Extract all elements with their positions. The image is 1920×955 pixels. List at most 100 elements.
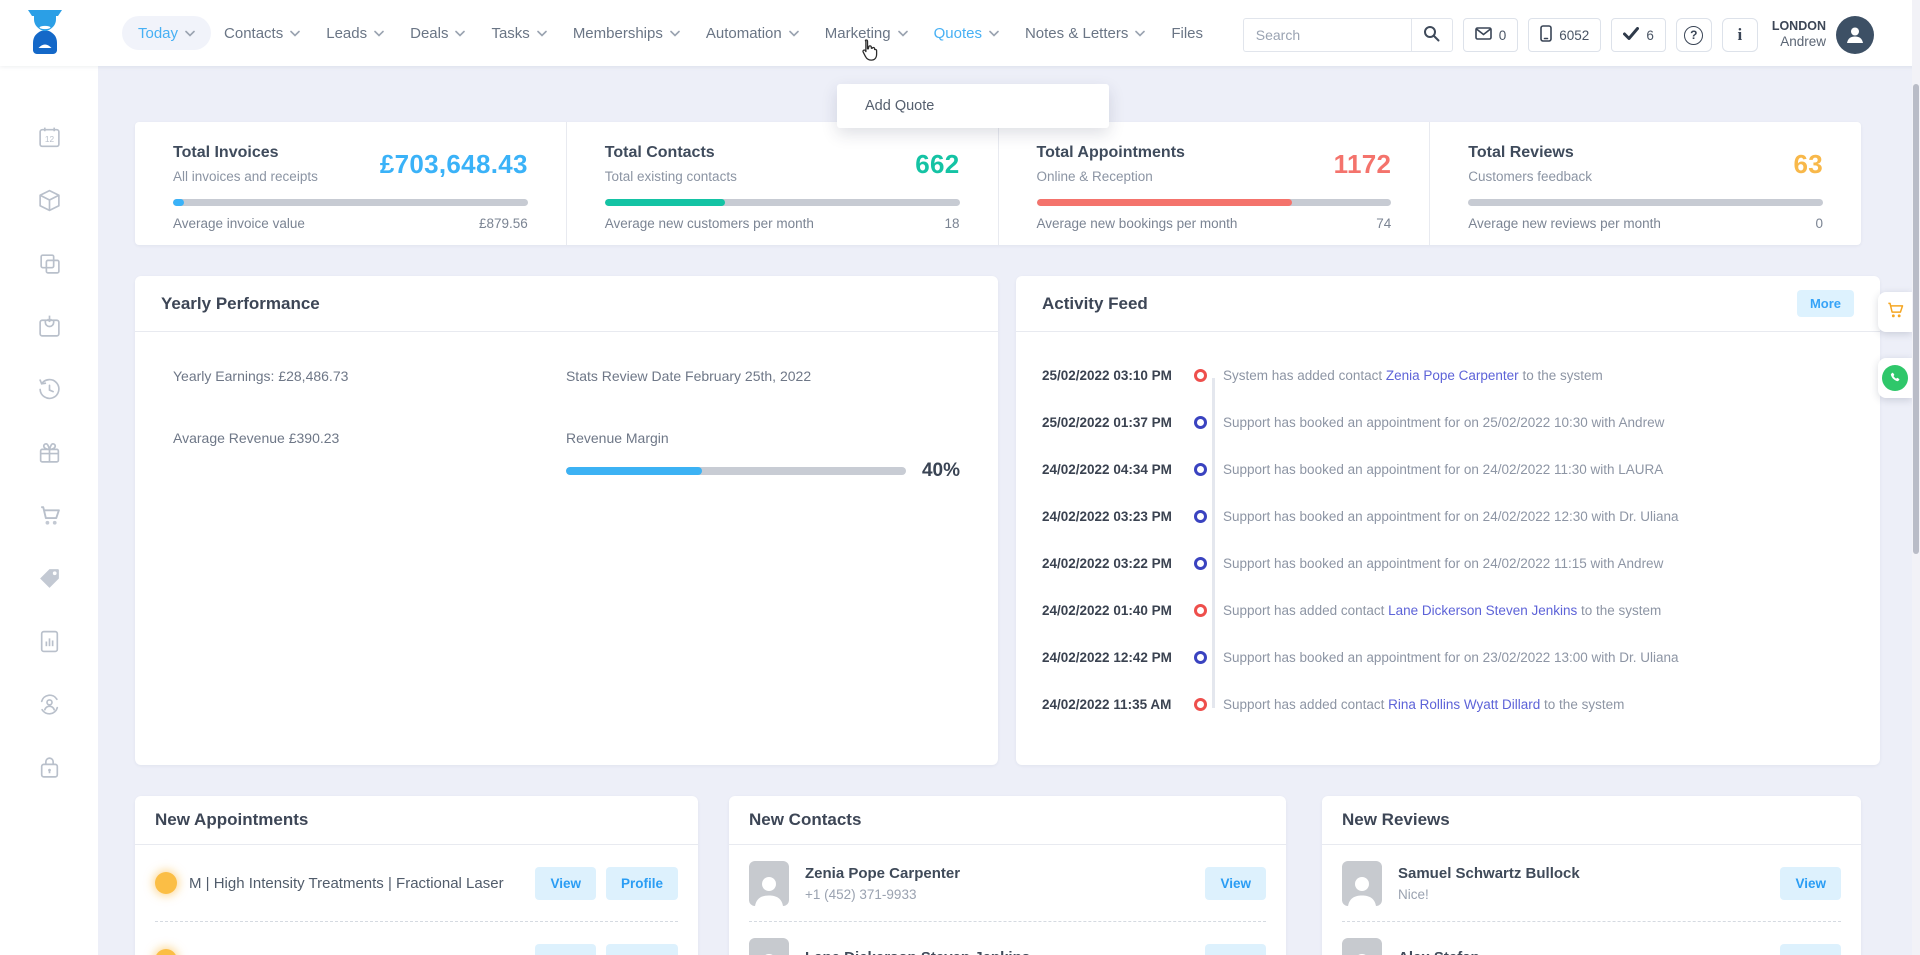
- basket-icon[interactable]: [36, 313, 62, 339]
- nav-menu-item[interactable]: Quotes: [921, 16, 1012, 50]
- kpi-stats-row: Total Invoices All invoices and receipts…: [135, 122, 1861, 245]
- cart-icon[interactable]: [36, 502, 62, 528]
- scrollbar-thumb[interactable]: [1913, 84, 1919, 554]
- activity-item: 24/02/2022 03:22 PM Support has booked a…: [1016, 540, 1880, 587]
- kpi-footer-label: Average new reviews per month: [1468, 216, 1661, 231]
- new-reviews-title: New Reviews: [1342, 810, 1450, 830]
- appointment-status-dot-icon: [155, 949, 177, 955]
- mail-count: 0: [1499, 28, 1507, 43]
- nav-item-label: Automation: [706, 25, 782, 42]
- chevron-down-icon: [1135, 30, 1145, 37]
- activity-item: 24/02/2022 11:35 AM Support has added co…: [1016, 681, 1880, 728]
- contact-name: Lane Dickerson Steven Jenkins: [805, 949, 1205, 955]
- phone-badge-button[interactable]: 6052: [1528, 18, 1601, 52]
- user-block: LONDON Andrew: [1772, 19, 1826, 52]
- activity-time: 24/02/2022 03:23 PM: [1016, 509, 1176, 524]
- profile-button[interactable]: Profile: [606, 944, 678, 955]
- tasks-badge-button[interactable]: 6: [1611, 18, 1666, 52]
- user-name: Andrew: [1772, 34, 1826, 51]
- view-button[interactable]: View: [1205, 944, 1266, 955]
- activity-contact-link[interactable]: Lane Dickerson Steven Jenkins: [1388, 603, 1577, 618]
- activity-item: 25/02/2022 01:37 PM Support has booked a…: [1016, 399, 1880, 446]
- nav-menu-item[interactable]: Marketing: [812, 16, 921, 50]
- timeline-marker-icon: [1194, 463, 1207, 476]
- timeline-marker-icon: [1194, 557, 1207, 570]
- nav-menu-item[interactable]: Tasks: [478, 16, 559, 50]
- new-contacts-panel: New Contacts Zenia Pope Carpenter +1 (45…: [729, 796, 1286, 955]
- timeline-marker-icon: [1194, 510, 1207, 523]
- app-logo-icon[interactable]: [26, 10, 64, 56]
- yearly-performance-panel: Yearly Performance Yearly Earnings: £28,…: [135, 276, 998, 765]
- kpi-title: Total Appointments: [1037, 144, 1185, 162]
- tag-icon[interactable]: [36, 565, 62, 591]
- activity-contact-link[interactable]: Rina Rollins Wyatt Dillard: [1388, 697, 1540, 712]
- view-button[interactable]: View: [535, 944, 596, 955]
- view-button[interactable]: View: [1780, 944, 1841, 955]
- kpi-title: Total Invoices: [173, 144, 318, 162]
- timeline-marker-icon: [1194, 416, 1207, 429]
- nav-item-label: Leads: [326, 25, 367, 42]
- timeline-marker-icon: [1194, 651, 1207, 664]
- profile-button[interactable]: Profile: [606, 867, 678, 900]
- dropdown-item-add-quote[interactable]: Add Quote: [837, 88, 1109, 124]
- view-button[interactable]: View: [1780, 867, 1841, 900]
- products-box-icon[interactable]: [36, 187, 62, 213]
- client-sync-icon[interactable]: [36, 691, 62, 717]
- nav-menu-item[interactable]: Leads: [313, 16, 397, 50]
- activity-time: 24/02/2022 04:34 PM: [1016, 462, 1176, 477]
- nav-menu-item[interactable]: Automation: [693, 16, 812, 50]
- contact-phone: +1 (452) 371-9933: [805, 887, 1205, 902]
- view-button[interactable]: View: [535, 867, 596, 900]
- whatsapp-icon: [1882, 365, 1908, 391]
- kpi-subtitle: Customers feedback: [1468, 169, 1592, 184]
- nav-menu-item[interactable]: Files: [1158, 16, 1216, 50]
- nav-item-label: Contacts: [224, 25, 283, 42]
- nav-menu-item[interactable]: Notes & Letters: [1012, 16, 1158, 50]
- user-avatar[interactable]: [1836, 16, 1874, 54]
- lock-icon[interactable]: [36, 754, 62, 780]
- chevron-down-icon: [537, 30, 547, 37]
- duplicate-squares-icon[interactable]: [36, 250, 62, 276]
- view-button[interactable]: View: [1205, 867, 1266, 900]
- nav-menu-item[interactable]: Contacts: [211, 16, 313, 50]
- kpi-progress-track: [173, 199, 528, 206]
- review-list-item: Samuel Schwartz Bullock Nice! View: [1342, 845, 1841, 922]
- search-button[interactable]: [1411, 18, 1453, 52]
- nav-menu-item[interactable]: Memberships: [560, 16, 693, 50]
- contact-avatar: [749, 938, 789, 955]
- activity-time: 24/02/2022 12:42 PM: [1016, 650, 1176, 665]
- history-icon[interactable]: [36, 376, 62, 402]
- help-button[interactable]: ?: [1676, 18, 1712, 52]
- activity-text: Support has added contact Lane Dickerson…: [1223, 603, 1661, 618]
- timeline-marker-icon: [1194, 369, 1207, 382]
- chevron-down-icon: [455, 30, 465, 37]
- kpi-title: Total Contacts: [605, 144, 737, 162]
- mail-icon: [1475, 27, 1492, 43]
- info-button[interactable]: i: [1722, 18, 1758, 52]
- mail-badge-button[interactable]: 0: [1463, 18, 1519, 52]
- activity-contact-link[interactable]: Zenia Pope Carpenter: [1386, 368, 1519, 383]
- new-appointments-panel: New Appointments M | High Intensity Trea…: [135, 796, 698, 955]
- search-input[interactable]: [1243, 18, 1411, 52]
- activity-text-after: to the system: [1540, 697, 1624, 712]
- timeline-marker-icon: [1194, 698, 1207, 711]
- timeline-marker-icon: [1194, 604, 1207, 617]
- nav-menu-item[interactable]: Today: [122, 16, 211, 50]
- floating-cart-button[interactable]: [1878, 292, 1912, 332]
- calendar-icon[interactable]: 12: [36, 124, 62, 150]
- floating-whatsapp-button[interactable]: [1878, 358, 1912, 398]
- gift-icon[interactable]: [36, 439, 62, 465]
- page-scrollbar[interactable]: [1912, 0, 1920, 955]
- kpi-footer-label: Average new customers per month: [605, 216, 814, 231]
- nav-menu-item[interactable]: Deals: [397, 16, 478, 50]
- report-document-icon[interactable]: [36, 628, 62, 654]
- activity-more-button[interactable]: More: [1797, 290, 1854, 317]
- chevron-down-icon: [670, 30, 680, 37]
- kpi-footer-value: 0: [1815, 216, 1823, 231]
- kpi-value: 662: [915, 149, 959, 180]
- reviewer-name: Samuel Schwartz Bullock: [1398, 865, 1780, 882]
- appointment-status-dot-icon: [155, 872, 177, 894]
- chevron-down-icon: [789, 30, 799, 37]
- kpi-footer-label: Average new bookings per month: [1037, 216, 1238, 231]
- activity-time: 25/02/2022 03:10 PM: [1016, 368, 1176, 383]
